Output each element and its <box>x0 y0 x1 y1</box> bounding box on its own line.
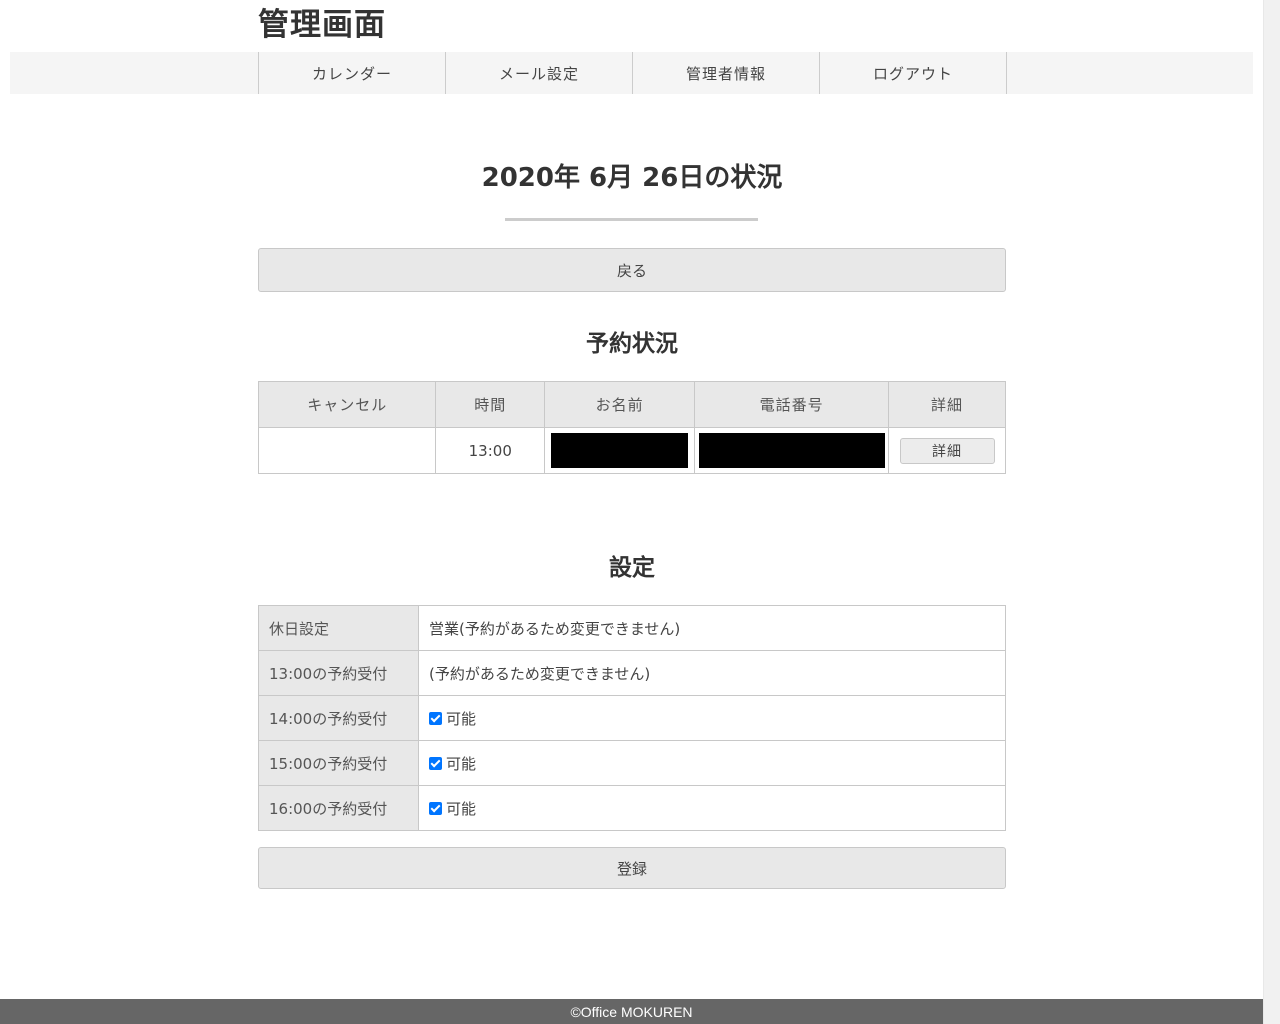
column-header-phone: 電話番号 <box>694 381 890 428</box>
reservation-table: キャンセル 時間 お名前 電話番号 詳細 13:00 詳細 <box>257 381 1006 474</box>
setting-label: 16:00の予約受付 <box>258 785 419 831</box>
redacted-name <box>551 433 689 468</box>
setting-label: 13:00の予約受付 <box>258 650 419 696</box>
site-title: 管理画面 <box>258 7 386 43</box>
checkbox-1500[interactable] <box>429 756 442 770</box>
column-header-name: お名前 <box>544 381 696 428</box>
register-button[interactable]: 登録 <box>258 847 1006 889</box>
copyright-text: ©Office MOKUREN <box>570 1003 693 1020</box>
table-row: 13:00 詳細 <box>257 427 1006 474</box>
column-header-time: 時間 <box>435 381 546 428</box>
checkbox-1400[interactable] <box>429 711 442 725</box>
footer: ©Office MOKUREN <box>0 999 1263 1024</box>
setting-label: 14:00の予約受付 <box>258 695 419 741</box>
nav-item-admin-info[interactable]: 管理者情報 <box>633 52 820 94</box>
back-button[interactable]: 戻る <box>258 248 1006 292</box>
name-cell <box>544 427 696 474</box>
table-header-row: キャンセル 時間 お名前 電話番号 詳細 <box>257 381 1006 428</box>
column-header-detail: 詳細 <box>888 381 1006 428</box>
settings-row-1600: 16:00の予約受付 可能 <box>258 785 1006 831</box>
cancel-cell <box>257 427 437 474</box>
settings-table: 休日設定 営業(予約があるため変更できません) 13:00の予約受付 (予約があ… <box>258 605 1006 831</box>
redacted-phone <box>698 433 885 468</box>
checkbox-label: 可能 <box>446 709 477 728</box>
column-header-cancel: キャンセル <box>257 381 437 428</box>
vertical-scrollbar[interactable] <box>1263 0 1280 1024</box>
nav-item-logout[interactable]: ログアウト <box>820 52 1007 94</box>
main-nav: カレンダー メール設定 管理者情報 ログアウト <box>10 52 1253 94</box>
settings-row-1300: 13:00の予約受付 (予約があるため変更できません) <box>258 650 1006 696</box>
detail-cell: 詳細 <box>888 427 1006 474</box>
nav-item-calendar[interactable]: カレンダー <box>259 52 446 94</box>
setting-value: 営業(予約があるため変更できません) <box>418 605 1006 651</box>
checkbox-label: 可能 <box>446 799 477 818</box>
settings-row-1400: 14:00の予約受付 可能 <box>258 695 1006 741</box>
checkbox-label: 可能 <box>446 754 477 773</box>
setting-value: (予約があるため変更できません) <box>418 650 1006 696</box>
setting-value-cell: 可能 <box>418 785 1006 831</box>
setting-value-cell: 可能 <box>418 740 1006 786</box>
time-cell: 13:00 <box>435 427 546 474</box>
reservation-status-heading: 予約状況 <box>586 331 678 357</box>
setting-label: 15:00の予約受付 <box>258 740 419 786</box>
setting-label: 休日設定 <box>258 605 419 651</box>
detail-button[interactable]: 詳細 <box>899 437 995 464</box>
settings-row-1500: 15:00の予約受付 可能 <box>258 740 1006 786</box>
settings-heading: 設定 <box>609 555 655 581</box>
settings-row-holiday: 休日設定 営業(予約があるため変更できません) <box>258 605 1006 651</box>
heading-divider <box>505 218 758 221</box>
page-title: 2020年 6月 26日の状況 <box>481 163 783 193</box>
nav-item-mail-settings[interactable]: メール設定 <box>446 52 633 94</box>
checkbox-1600[interactable] <box>429 801 442 815</box>
setting-value-cell: 可能 <box>418 695 1006 741</box>
phone-cell <box>694 427 890 474</box>
